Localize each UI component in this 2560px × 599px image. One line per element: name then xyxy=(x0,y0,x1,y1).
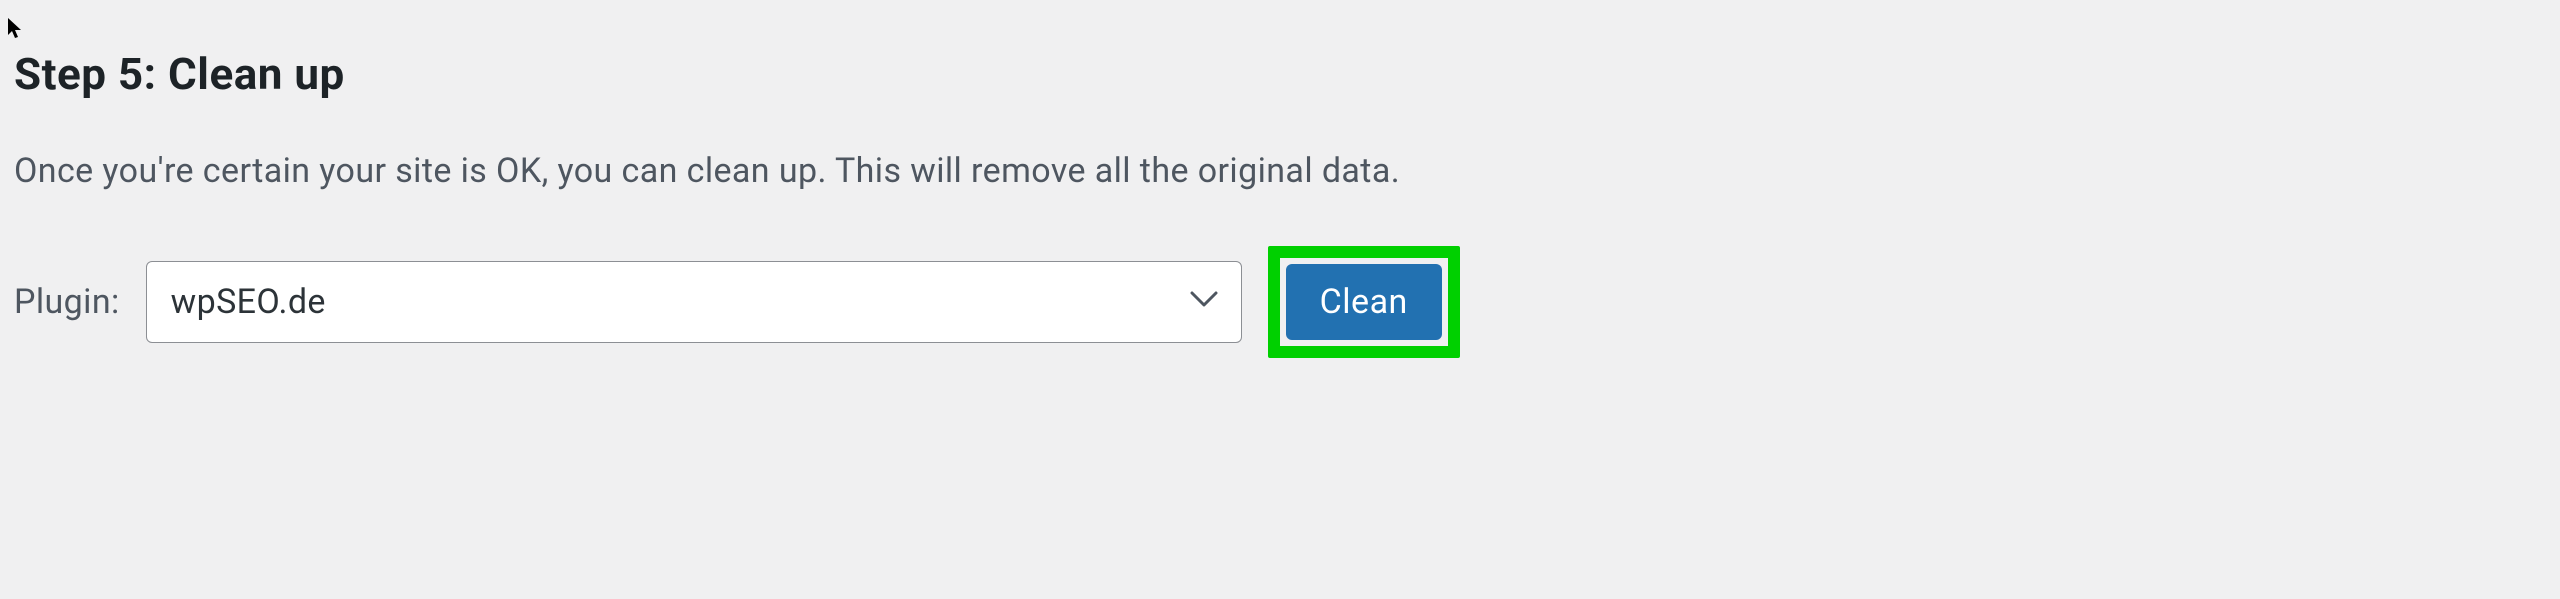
plugin-select[interactable] xyxy=(146,261,1242,343)
step-heading: Step 5: Clean up xyxy=(14,48,2546,100)
plugin-label: Plugin: xyxy=(14,282,120,322)
step-description: Once you're certain your site is OK, you… xyxy=(14,148,2546,196)
plugin-select-wrapper xyxy=(146,261,1242,343)
cursor-icon xyxy=(8,18,24,40)
highlight-box: Clean xyxy=(1268,246,1460,358)
form-row: Plugin: Clean xyxy=(14,246,2546,358)
clean-button[interactable]: Clean xyxy=(1286,264,1442,340)
step-content: Step 5: Clean up Once you're certain you… xyxy=(0,0,2560,378)
